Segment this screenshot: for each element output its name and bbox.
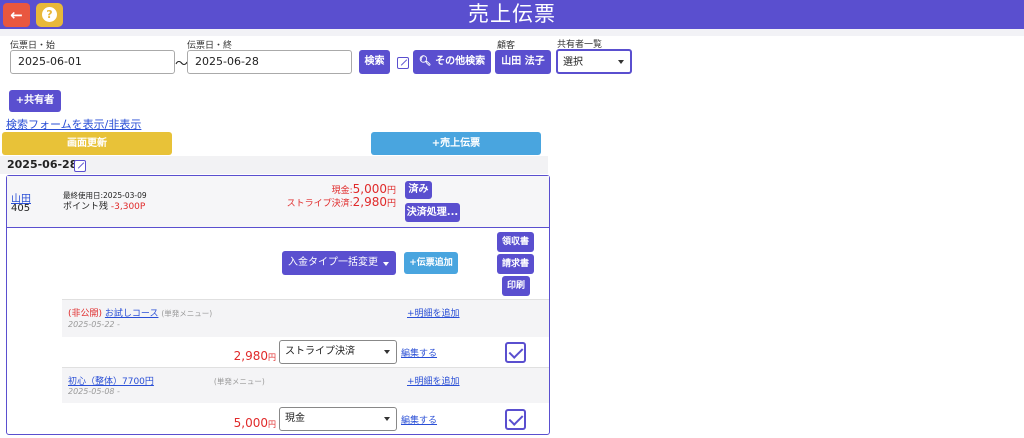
item-name-link[interactable]: 初心（整体）7700円	[68, 377, 154, 387]
chevron-down-icon	[384, 417, 390, 421]
item-date: 2025-05-22 -	[68, 320, 120, 329]
slip-date: 2025-06-28	[7, 158, 78, 171]
edit-icon[interactable]	[397, 57, 409, 69]
item-amount: 5,000円	[233, 416, 276, 430]
item-date: 2025-05-08 -	[68, 387, 120, 396]
payment-type-select[interactable]: ストライプ決済	[279, 340, 397, 364]
done-button[interactable]: 済み	[405, 181, 432, 199]
add-sharer-button[interactable]: +共有者	[9, 90, 61, 112]
chevron-down-icon	[384, 350, 390, 354]
refresh-button[interactable]: 画面更新	[2, 132, 172, 155]
other-search-button[interactable]: 🔍︎ その他検索	[413, 50, 491, 74]
stripe-total: ストライプ決済:2,980円	[286, 195, 396, 209]
cash-total: 現金:5,000円	[331, 182, 396, 196]
sharer-select[interactable]: 選択	[556, 49, 632, 74]
print-button[interactable]: 印刷	[502, 276, 530, 296]
settle-button[interactable]: 決済処理...	[405, 203, 460, 222]
question-icon: ?	[42, 7, 57, 22]
invoice-button[interactable]: 請求書	[497, 254, 534, 274]
item-checkbox[interactable]	[505, 342, 526, 363]
arrow-left-icon: ←	[10, 6, 23, 24]
search-icon: 🔍︎	[418, 56, 436, 67]
item-title-1: (非公開) お試しコース (単発メニュー)	[68, 309, 213, 319]
item-checkbox[interactable]	[505, 409, 526, 430]
end-date-input[interactable]: 2025-06-28	[187, 50, 352, 74]
receipt-button[interactable]: 領収書	[497, 232, 534, 252]
sub-bar	[0, 29, 1024, 36]
toggle-search-form-link[interactable]: 検索フォームを表示/非表示	[6, 116, 141, 132]
payment-type-select[interactable]: 現金	[279, 407, 397, 431]
edit-date-icon[interactable]	[74, 160, 86, 172]
customer-button[interactable]: 山田 法子	[495, 50, 551, 74]
back-button[interactable]: ←	[3, 3, 30, 27]
chevron-down-icon	[383, 262, 389, 266]
bulk-payment-type-button[interactable]: 入金タイプ一括変更	[282, 251, 396, 275]
item-name-link[interactable]: お試しコース	[105, 309, 159, 319]
add-detail-link[interactable]: +明細を追加	[407, 374, 460, 387]
edit-item-link[interactable]: 編集する	[401, 346, 437, 359]
edit-item-link[interactable]: 編集する	[401, 413, 437, 426]
add-slip-button[interactable]: +伝票追加	[404, 252, 458, 274]
add-detail-link[interactable]: +明細を追加	[407, 306, 460, 319]
customer-id: 405	[11, 203, 31, 214]
chevron-down-icon	[618, 59, 624, 64]
item-amount: 2,980円	[233, 349, 276, 363]
item-title-2: 初心（整体）7700円 (単発メニュー)	[68, 377, 265, 387]
points-value: -3,300P	[110, 202, 146, 212]
new-slip-button[interactable]: +売上伝票	[371, 132, 541, 155]
start-date-input[interactable]: 2025-06-01	[10, 50, 175, 74]
points-balance: ポイント残 -3,300P	[63, 202, 146, 212]
search-button[interactable]: 検索	[359, 50, 390, 74]
help-button[interactable]: ?	[36, 3, 63, 27]
page-title: 売上伝票	[468, 2, 556, 26]
